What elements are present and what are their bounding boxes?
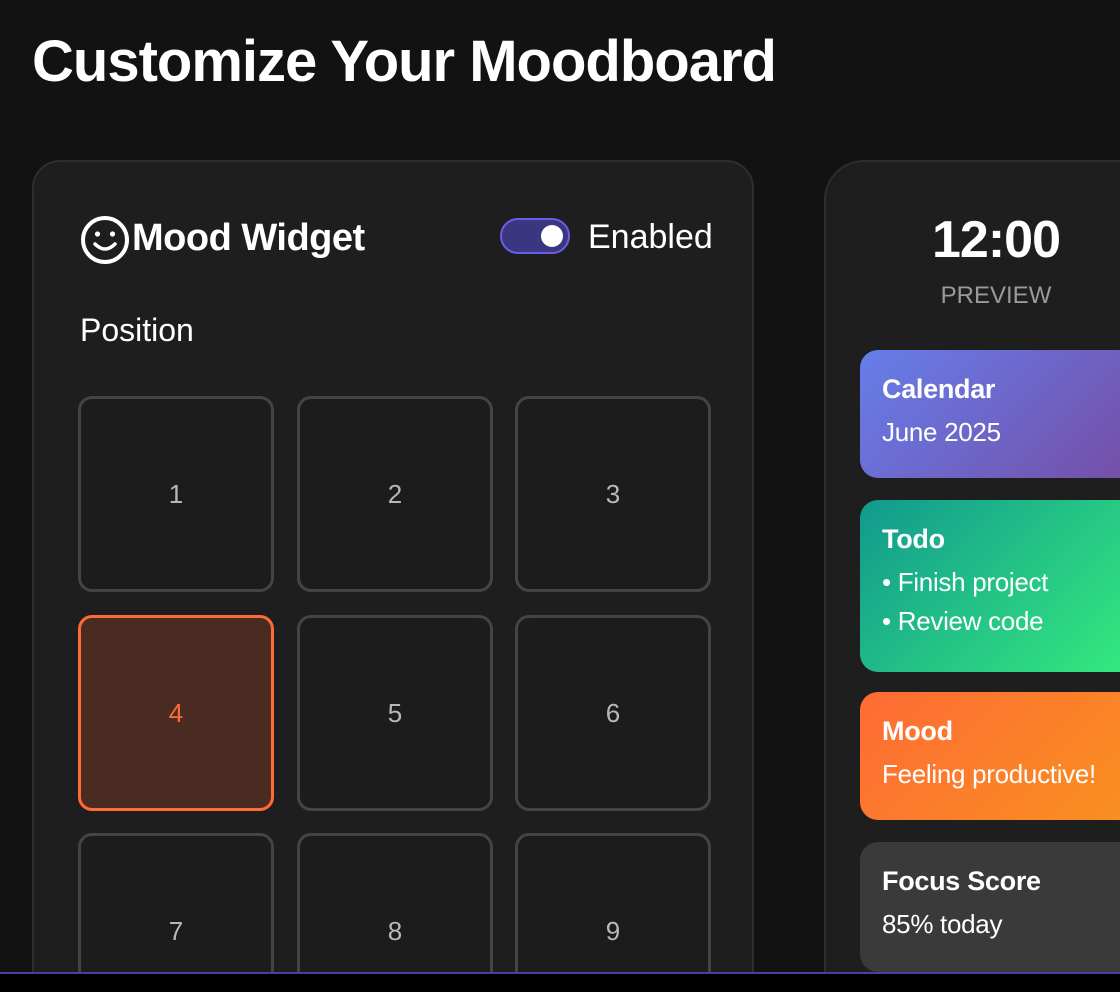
- preview-time: 12:00: [932, 211, 1061, 269]
- position-cell-7[interactable]: 7: [78, 833, 274, 992]
- todo-item: • Finish project: [882, 567, 1049, 597]
- position-cell-2[interactable]: 2: [297, 396, 493, 592]
- position-cell-9[interactable]: 9: [515, 833, 711, 992]
- position-cell-6[interactable]: 6: [515, 615, 711, 811]
- todo-widget: Todo • Finish project • Review code: [860, 500, 1120, 672]
- position-cell-8[interactable]: 8: [297, 833, 493, 992]
- focus-score-title: Focus Score: [882, 866, 1041, 896]
- enabled-toggle[interactable]: [500, 218, 570, 254]
- position-cell-4[interactable]: 4: [78, 615, 274, 811]
- moodboard-page: Customize Your Moodboard Mood Widget Ena…: [0, 0, 1120, 992]
- toggle-label: Enabled: [588, 218, 713, 256]
- focus-score-value: 85% today: [882, 909, 1003, 939]
- calendar-widget-month: June 2025: [882, 417, 1001, 447]
- mood-widget-status: Feeling productive!: [882, 759, 1096, 789]
- mood-widget-title: Mood: [882, 716, 953, 746]
- phone-preview-card: 12:00 PREVIEW Calendar June 2025 Todo • …: [824, 160, 1120, 992]
- toggle-knob: [541, 225, 563, 247]
- position-cell-1[interactable]: 1: [78, 396, 274, 592]
- widget-settings-card: Mood Widget Enabled Position 1 2 3 4 5 6…: [32, 160, 754, 992]
- widget-title: Mood Widget: [132, 217, 365, 259]
- widget-header: Mood Widget Enabled: [80, 212, 713, 268]
- todo-item: • Review code: [882, 606, 1044, 636]
- smiley-icon: [81, 216, 129, 264]
- page-title: Customize Your Moodboard: [32, 29, 777, 94]
- bottom-bar: [0, 972, 1120, 992]
- calendar-widget-title: Calendar: [882, 374, 996, 404]
- todo-widget-title: Todo: [882, 524, 945, 554]
- calendar-widget: Calendar June 2025: [860, 350, 1120, 478]
- preview-label: PREVIEW: [940, 282, 1052, 309]
- mood-widget: Mood Feeling productive!: [860, 692, 1120, 820]
- focus-score-widget: Focus Score 85% today: [860, 842, 1120, 972]
- position-cell-5[interactable]: 5: [297, 615, 493, 811]
- position-label: Position: [80, 312, 194, 348]
- position-cell-3[interactable]: 3: [515, 396, 711, 592]
